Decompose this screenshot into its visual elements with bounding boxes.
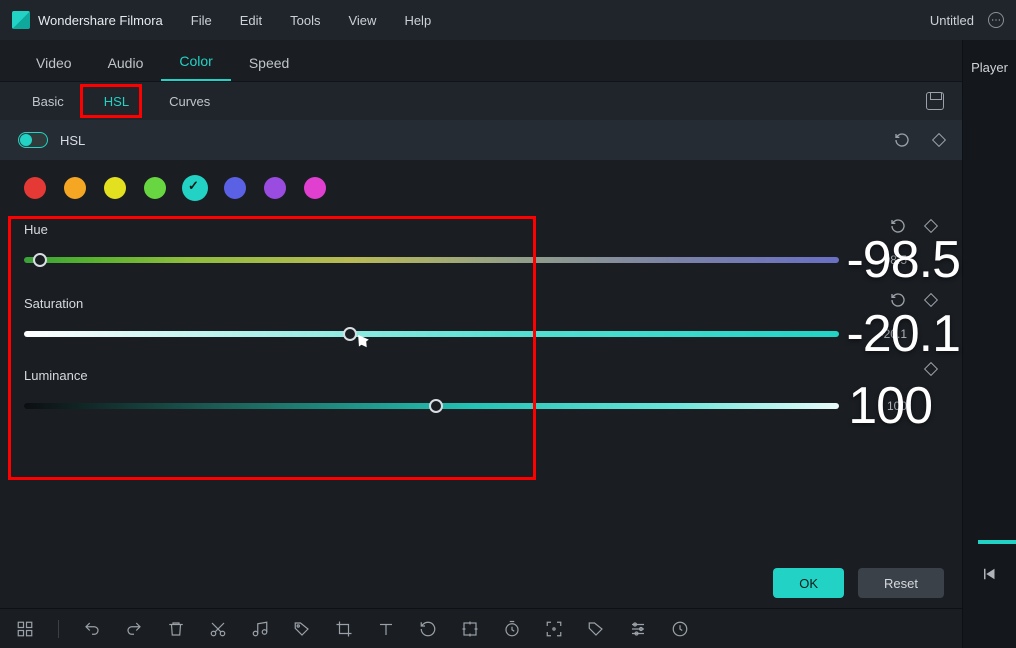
music-icon[interactable] xyxy=(251,620,269,638)
tab-speed[interactable]: Speed xyxy=(231,45,307,81)
player-accent xyxy=(978,540,1016,544)
undo-icon[interactable] xyxy=(83,620,101,638)
tab-audio[interactable]: Audio xyxy=(90,45,162,81)
timer-icon[interactable] xyxy=(503,620,521,638)
text-icon[interactable] xyxy=(377,620,395,638)
hue-label: Hue xyxy=(24,222,936,237)
editor-panel: Video Audio Color Speed Basic HSL Curves… xyxy=(0,40,962,648)
titlebar: Wondershare Filmora File Edit Tools View… xyxy=(0,0,1016,40)
step-back-icon[interactable] xyxy=(981,565,999,588)
redo-icon[interactable] xyxy=(125,620,143,638)
tag-icon[interactable] xyxy=(293,620,311,638)
tab-color[interactable]: Color xyxy=(161,43,230,81)
menu-file[interactable]: File xyxy=(191,13,212,28)
swatch-green[interactable] xyxy=(144,177,166,199)
saturation-slider-block: Saturation xyxy=(24,296,936,341)
color-swatches xyxy=(0,160,962,216)
swatch-magenta[interactable] xyxy=(304,177,326,199)
toolbar-divider xyxy=(58,620,59,638)
crop-icon[interactable] xyxy=(335,620,353,638)
player-tab[interactable]: Player xyxy=(963,60,1016,75)
saturation-slider[interactable] xyxy=(24,331,839,337)
subtab-hsl[interactable]: HSL xyxy=(90,88,143,115)
menu-tools[interactable]: Tools xyxy=(290,13,320,28)
luminance-big-value: 100 xyxy=(848,376,932,436)
help-icon[interactable]: ⋯ xyxy=(988,12,1004,28)
hsl-toggle-label: HSL xyxy=(60,133,85,148)
saturation-big-value: -20.1 xyxy=(846,304,960,364)
hsl-toggle[interactable] xyxy=(18,132,48,148)
project-title: Untitled xyxy=(930,13,974,28)
property-tabs: Video Audio Color Speed xyxy=(0,40,962,82)
luminance-slider-block: Luminance xyxy=(24,368,936,413)
menu-help[interactable]: Help xyxy=(404,13,431,28)
luminance-keyframe-icon[interactable] xyxy=(924,362,938,376)
focus-icon[interactable] xyxy=(545,620,563,638)
menu-edit[interactable]: Edit xyxy=(240,13,262,28)
delete-icon[interactable] xyxy=(167,620,185,638)
reset-button[interactable]: Reset xyxy=(858,568,944,598)
hue-big-value: -98.5 xyxy=(846,230,960,290)
hue-slider-block: Hue xyxy=(24,222,936,267)
cut-icon[interactable] xyxy=(209,620,227,638)
swatch-yellow[interactable] xyxy=(104,177,126,199)
menu-view[interactable]: View xyxy=(348,13,376,28)
hue-slider[interactable] xyxy=(24,257,839,263)
app-logo-icon xyxy=(12,11,30,29)
luminance-thumb[interactable] xyxy=(429,399,443,413)
subtab-curves[interactable]: Curves xyxy=(155,88,224,115)
swatch-red[interactable] xyxy=(24,177,46,199)
luminance-slider[interactable] xyxy=(24,403,839,409)
color-subtabs: Basic HSL Curves xyxy=(0,82,962,120)
keyframe-icon[interactable] xyxy=(932,133,946,147)
refresh-icon[interactable] xyxy=(671,620,689,638)
sliders-icon[interactable] xyxy=(629,620,647,638)
swatch-aqua[interactable] xyxy=(184,177,206,199)
hsl-sliders-area: Hue -98.5 Saturation xyxy=(0,216,962,648)
saturation-label: Saturation xyxy=(24,296,936,311)
main-menu: File Edit Tools View Help xyxy=(191,13,431,28)
grid-icon[interactable] xyxy=(16,620,34,638)
dialog-buttons: OK Reset xyxy=(773,568,944,598)
save-preset-icon[interactable] xyxy=(926,92,944,110)
timeline-toolbar xyxy=(0,608,962,648)
subtab-basic[interactable]: Basic xyxy=(18,88,78,115)
app-name: Wondershare Filmora xyxy=(38,13,163,28)
swatch-orange[interactable] xyxy=(64,177,86,199)
ok-button[interactable]: OK xyxy=(773,568,844,598)
swatch-purple[interactable] xyxy=(264,177,286,199)
tag2-icon[interactable] xyxy=(587,620,605,638)
luminance-label: Luminance xyxy=(24,368,936,383)
player-panel: Player xyxy=(962,40,1016,648)
rotate-icon[interactable] xyxy=(419,620,437,638)
tab-video[interactable]: Video xyxy=(18,45,90,81)
reset-section-icon[interactable] xyxy=(894,132,910,148)
transform-icon[interactable] xyxy=(461,620,479,638)
hsl-toggle-row: HSL xyxy=(0,120,962,160)
swatch-blue[interactable] xyxy=(224,177,246,199)
hue-thumb[interactable] xyxy=(33,253,47,267)
